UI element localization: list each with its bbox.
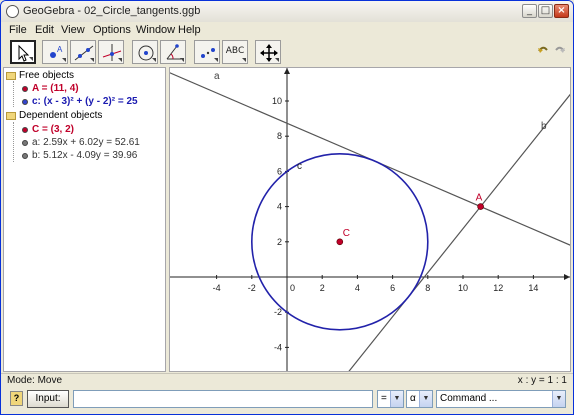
input-field[interactable] [73, 390, 373, 408]
window-title: GeoGebra - 02_Circle_tangents.ggb [23, 5, 201, 17]
y-axis-arrow-icon [284, 68, 290, 74]
dependent-objects-label: Dependent objects [19, 110, 103, 121]
command-combo[interactable]: Command ... ▼ [436, 390, 566, 408]
x-tick-label: 14 [528, 283, 538, 293]
point-C[interactable] [336, 238, 344, 246]
y-tick-label: 2 [277, 237, 282, 247]
submenu-indicator-icon [152, 58, 156, 62]
dropdown-arrow-icon: ▼ [552, 391, 565, 407]
algebra-item-text: A = (11, 4) [32, 83, 79, 94]
command-combo-value: Command ... [440, 393, 498, 404]
circle-c-label: c [297, 161, 302, 172]
dropdown-arrow-icon: ▼ [390, 391, 403, 407]
submenu-indicator-icon [214, 58, 218, 62]
menu-help[interactable]: Help [178, 24, 201, 36]
graphics-view[interactable]: -4 -2 2 4 6 8 10 12 14 0 10 8 6 4 2 -2 -4 a b c A C [169, 67, 571, 372]
menu-file[interactable]: File [9, 24, 27, 36]
graphics-canvas[interactable]: -4 -2 2 4 6 8 10 12 14 0 10 8 6 4 2 -2 -4 a b c A C [170, 68, 570, 371]
close-button[interactable]: × [554, 4, 569, 18]
visibility-dot-icon[interactable] [22, 99, 28, 105]
app-window: GeoGebra - 02_Circle_tangents.ggb _ □ × … [0, 0, 574, 415]
y-tick-label: 8 [277, 131, 282, 141]
submenu-indicator-icon [118, 58, 122, 62]
symbol-combo-value: = [381, 393, 387, 404]
menu-bar: File Edit View Options Window Help [1, 22, 573, 38]
symbol-combo[interactable]: = ▼ [377, 390, 404, 408]
y-tick-label: -4 [274, 342, 282, 352]
greek-combo[interactable]: α ▼ [406, 390, 433, 408]
text-tool-label: ABC [225, 46, 245, 56]
submenu-indicator-icon [90, 58, 94, 62]
folder-open-icon [6, 112, 16, 120]
new-point-tool-button[interactable]: A [42, 40, 68, 64]
reflect-tool-button[interactable] [194, 40, 220, 64]
input-bar: ? Input: = ▼ α ▼ Command ... ▼ [1, 387, 573, 413]
menu-view[interactable]: View [61, 24, 85, 36]
tangent-line-a[interactable] [170, 68, 570, 253]
x-axis-arrow-icon [564, 274, 570, 280]
x-tick-label: 2 [320, 283, 325, 293]
visibility-dot-icon[interactable] [22, 86, 28, 92]
input-help-icon[interactable]: ? [10, 391, 23, 406]
tool-bar: A ABC [1, 38, 573, 66]
undo-icon[interactable] [537, 44, 549, 56]
move-tool-button[interactable] [10, 40, 36, 64]
perpendicular-tool-button[interactable] [98, 40, 124, 64]
visibility-dot-icon[interactable] [22, 127, 28, 133]
y-tick-label: 10 [272, 96, 282, 106]
x-tick-label: -4 [213, 283, 221, 293]
axes-ratio-label: x : y = 1 : 1 [517, 375, 567, 386]
submenu-indicator-icon [29, 57, 33, 61]
y-tick-label: 4 [277, 202, 282, 212]
menu-window[interactable]: Window [136, 24, 175, 36]
move-view-tool-button[interactable] [255, 40, 281, 64]
y-tick-label: 6 [277, 166, 282, 176]
svg-text:A: A [57, 45, 63, 54]
origin-label: 0 [290, 283, 295, 293]
x-tick-label: 4 [355, 283, 360, 293]
maximize-button[interactable]: □ [538, 4, 553, 18]
geogebra-app-icon [6, 5, 19, 18]
x-tick-label: 6 [390, 283, 395, 293]
x-tick-label: 12 [493, 283, 503, 293]
algebra-view: Free objects A = (11, 4) c: (x - 3)² + (… [3, 67, 166, 372]
algebra-item-text: C = (3, 2) [32, 124, 74, 135]
input-button[interactable]: Input: [27, 390, 69, 408]
point-A[interactable] [477, 203, 484, 210]
submenu-indicator-icon [242, 58, 246, 62]
visibility-dot-icon[interactable] [22, 140, 28, 146]
title-bar: GeoGebra - 02_Circle_tangents.ggb _ □ × [1, 1, 573, 23]
algebra-item-text: c: (x - 3)² + (y - 2)² = 25 [32, 96, 138, 107]
submenu-indicator-icon [62, 58, 66, 62]
x-tick-label: 8 [425, 283, 430, 293]
line-b-label: b [541, 121, 547, 132]
free-objects-label: Free objects [19, 70, 75, 81]
folder-open-icon [6, 72, 16, 80]
angle-tool-button[interactable] [160, 40, 186, 64]
submenu-indicator-icon [180, 58, 184, 62]
point-A-label: A [476, 193, 483, 204]
line-tool-button[interactable] [70, 40, 96, 64]
tangent-line-b[interactable] [335, 68, 570, 371]
y-tick-label: -2 [274, 307, 282, 317]
x-tick-label: 10 [458, 283, 468, 293]
circle-tool-button[interactable] [132, 40, 158, 64]
status-bar: Mode: Move x : y = 1 : 1 [1, 373, 573, 388]
text-tool-button[interactable]: ABC [222, 40, 248, 64]
redo-icon[interactable] [554, 44, 566, 56]
greek-combo-value: α [410, 393, 416, 404]
minimize-button[interactable]: _ [522, 4, 537, 18]
x-tick-label: -2 [248, 283, 256, 293]
point-C-label: C [343, 228, 350, 239]
menu-options[interactable]: Options [93, 24, 131, 36]
dropdown-arrow-icon: ▼ [419, 391, 432, 407]
submenu-indicator-icon [275, 58, 279, 62]
line-a-label: a [214, 71, 220, 82]
algebra-item-text: b: 5.12x - 4.09y = 39.96 [32, 150, 138, 161]
menu-edit[interactable]: Edit [35, 24, 54, 36]
visibility-dot-icon[interactable] [22, 153, 28, 159]
algebra-item-text: a: 2.59x + 6.02y = 52.61 [32, 137, 140, 148]
mode-label: Mode: Move [7, 375, 63, 386]
